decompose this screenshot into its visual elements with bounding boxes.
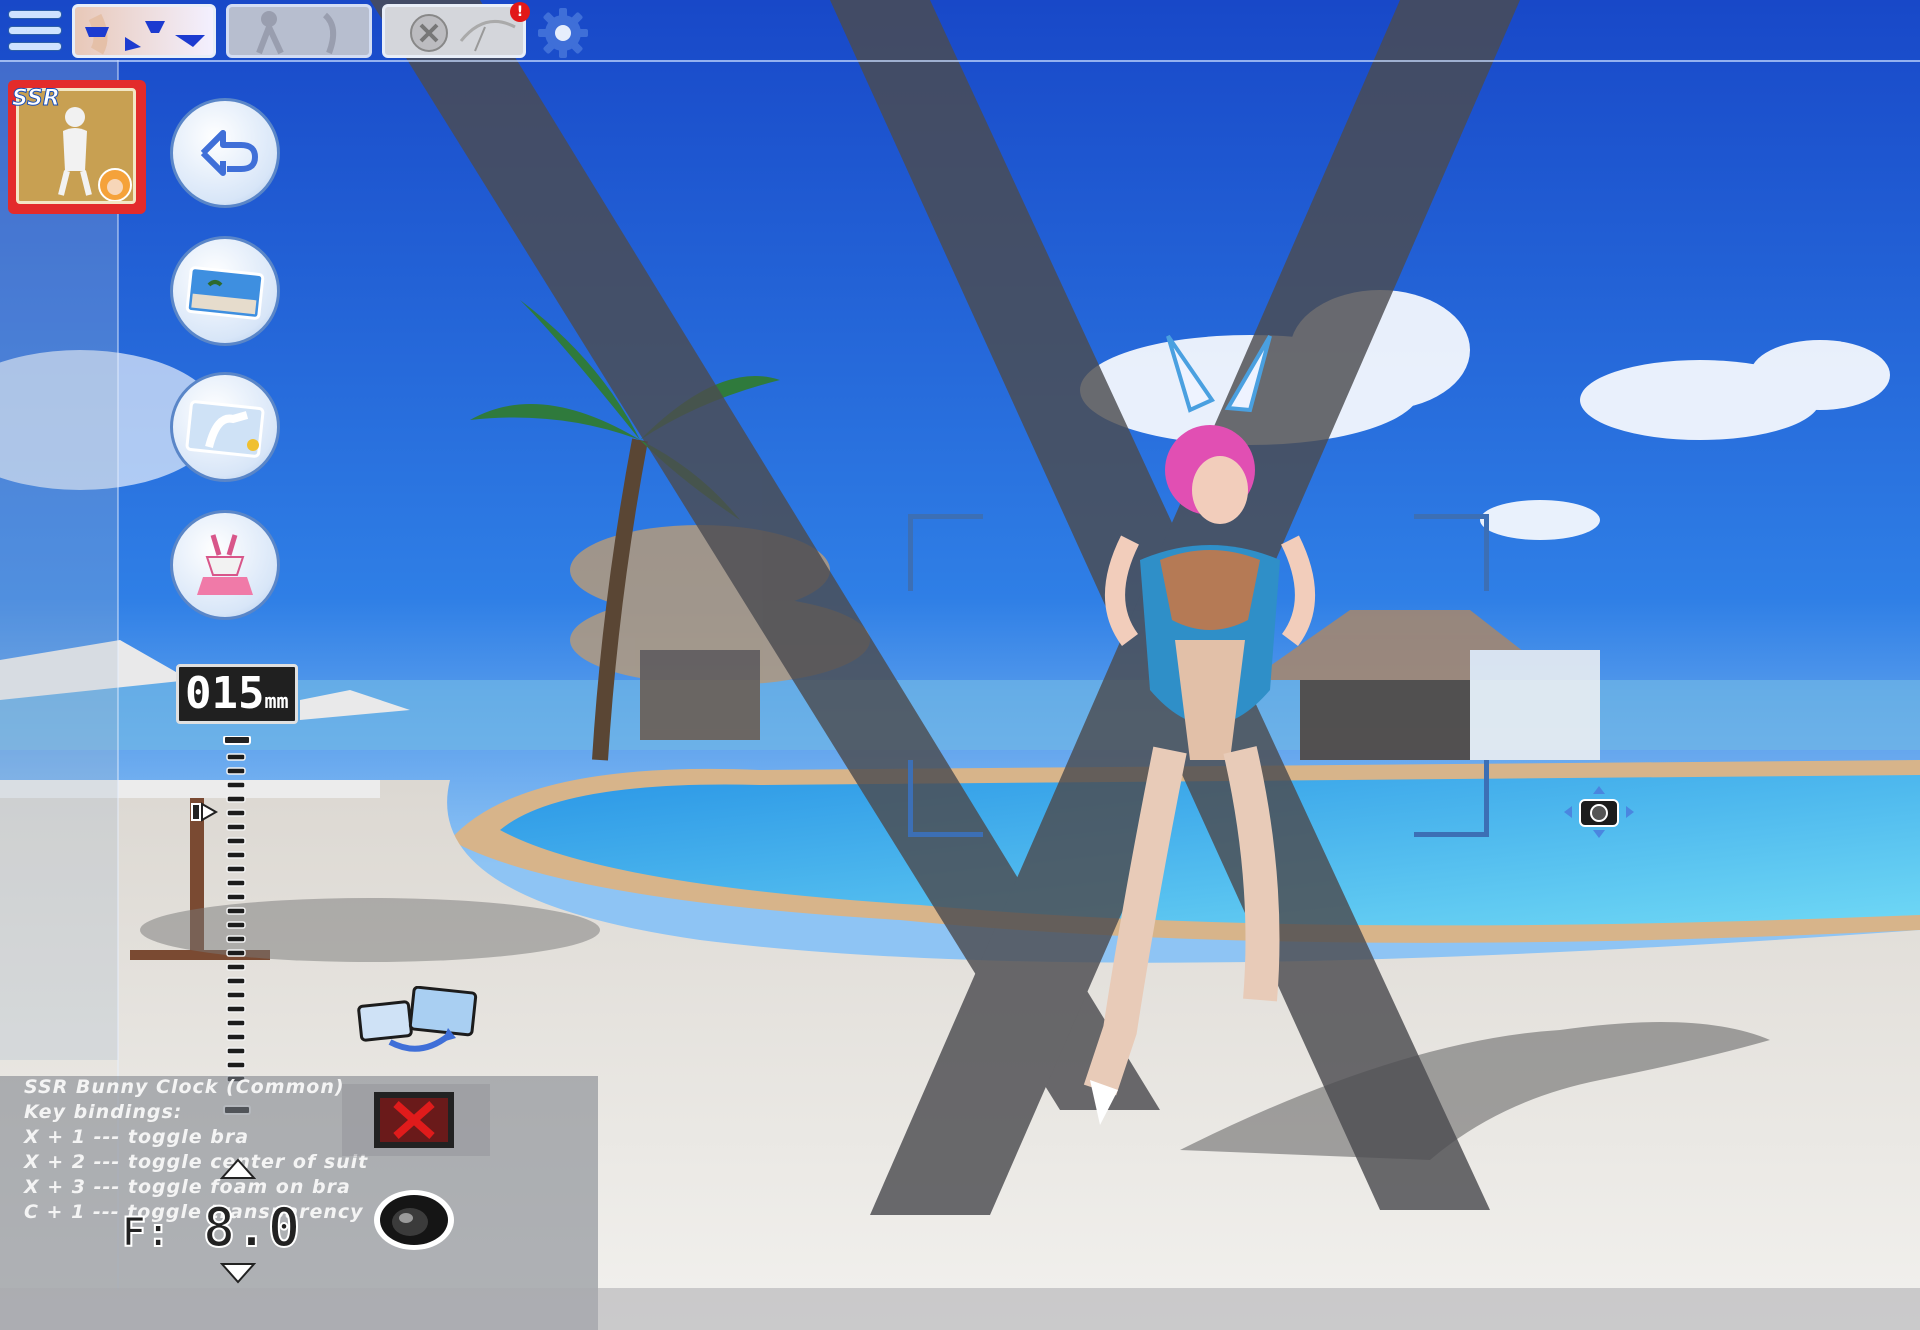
camera-lens-icon[interactable]	[370, 1184, 458, 1256]
hidden-item-parasol-icon	[410, 14, 516, 52]
pose-silhouette-icon	[256, 11, 337, 55]
viewfinder-corner-bottom-left	[908, 760, 983, 837]
notification-badge: !	[510, 2, 530, 22]
aperture-down-arrow-icon[interactable]	[219, 1262, 257, 1284]
key-bindings-header: Key bindings:	[24, 1101, 183, 1123]
back-button[interactable]	[170, 98, 280, 208]
zoom-slider[interactable]	[222, 735, 252, 1116]
aperture-value: 8.0	[202, 1195, 302, 1260]
top-bar: !	[0, 0, 1920, 62]
focal-value: 015	[185, 668, 265, 719]
close-button[interactable]	[342, 1084, 490, 1156]
pose-button[interactable]	[170, 372, 280, 482]
beach-scene-icon	[185, 266, 265, 320]
swimsuit-outfits-icon	[85, 13, 205, 55]
focal-unit: mm	[264, 689, 289, 713]
zoom-slider-handle[interactable]	[190, 800, 220, 824]
tab-pose[interactable]	[226, 4, 372, 58]
close-x-icon	[374, 1092, 454, 1148]
viewfinder-corner-bottom-right	[1414, 760, 1489, 837]
bottom-bar	[0, 1288, 1920, 1330]
gear-icon[interactable]	[536, 6, 590, 60]
tab-hidden-items[interactable]	[382, 4, 526, 58]
tab-swimsuit-outfits[interactable]	[72, 4, 216, 58]
outfit-title: SSR Bunny Clock (Common)	[24, 1076, 345, 1098]
character-card[interactable]: SSR	[8, 80, 146, 214]
aperture-label: F:	[121, 1209, 171, 1257]
background-button[interactable]	[170, 236, 280, 346]
viewfinder-corner-top-right	[1414, 514, 1489, 591]
key-binding-line: X + 3 --- toggle foam on bra	[24, 1176, 351, 1198]
focal-length-readout: 015mm	[176, 664, 298, 724]
swap-background-icon[interactable]	[356, 985, 480, 1056]
aperture-readout: F: 8.0	[121, 1195, 302, 1260]
key-binding-line: X + 1 --- toggle bra	[24, 1126, 250, 1148]
key-binding-line: X + 2 --- toggle center of suit	[24, 1151, 369, 1173]
bunny-outfit-icon	[197, 534, 253, 595]
ssr-rarity-label: SSR	[12, 86, 61, 112]
camera-move-icon[interactable]	[1562, 784, 1636, 840]
outfit-button[interactable]	[170, 510, 280, 620]
pose-card-icon	[185, 400, 265, 458]
return-arrow-icon	[200, 130, 258, 176]
aperture-up-arrow-icon[interactable]	[219, 1158, 257, 1180]
viewfinder-corner-top-left	[908, 514, 983, 591]
hamburger-menu-icon[interactable]	[4, 8, 64, 58]
